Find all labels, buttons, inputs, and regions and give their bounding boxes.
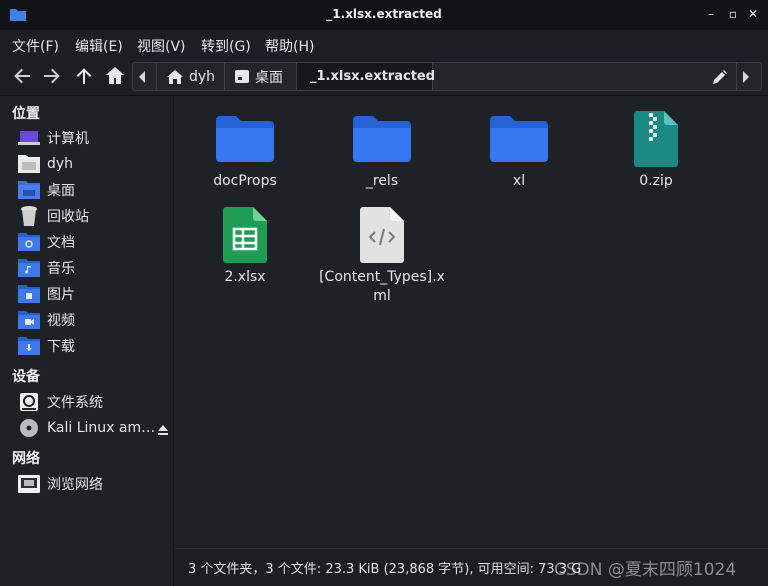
file-name: 0.zip <box>639 173 673 189</box>
file-name: _rels <box>365 173 399 189</box>
path-segment-label: 桌面 <box>255 69 283 86</box>
drive-icon <box>18 392 40 412</box>
path-segment-home[interactable]: dyh <box>157 63 225 90</box>
menu-go[interactable]: 转到(G) <box>201 36 251 56</box>
path-scroll-left-button[interactable] <box>133 63 157 90</box>
sidebar-item-label: 文件系统 <box>47 395 103 411</box>
disc-icon <box>18 418 40 438</box>
file-item-folder[interactable]: docProps <box>180 106 310 191</box>
maximize-button[interactable]: ▫ <box>726 7 740 21</box>
sidebar-heading-devices: 设备 <box>12 369 40 385</box>
file-name-line: ml <box>373 288 391 304</box>
chevron-right-icon <box>743 70 749 83</box>
sidebar-item-label: 回收站 <box>47 209 89 225</box>
file-item-folder[interactable]: xl <box>454 106 584 191</box>
sidebar-item-label: Kali Linux am… <box>47 420 156 436</box>
home-icon <box>167 69 183 84</box>
watermark: CSDN @夏末四顾1024 <box>554 560 737 580</box>
sidebar-item-label: 浏览网络 <box>47 477 103 493</box>
trash-icon <box>18 206 40 226</box>
file-name: xl <box>512 173 526 189</box>
videos-folder-icon <box>18 310 40 330</box>
file-item-xml[interactable]: [Content_Types].x ml <box>317 202 447 306</box>
title-bar: _1.xlsx.extracted – ▫ ✕ <box>0 0 768 30</box>
file-name: docProps <box>213 173 277 189</box>
sidebar-item-label: 图片 <box>47 287 75 303</box>
menu-view[interactable]: 视图(V) <box>137 36 186 56</box>
desktop-folder-icon <box>18 180 40 200</box>
sidebar-item-label: 音乐 <box>47 261 75 277</box>
folder-icon <box>353 116 411 162</box>
path-bar: dyh 桌面 _1.xlsx.extracted <box>132 62 762 91</box>
minimize-button[interactable]: – <box>704 7 718 21</box>
sidebar-item-label: dyh <box>47 156 74 172</box>
sidebar-item-downloads[interactable]: 下载 <box>18 334 174 358</box>
sidebar-item-label: 视频 <box>47 313 75 329</box>
up-icon[interactable] <box>72 64 96 88</box>
path-scroll-right-button[interactable] <box>737 63 761 90</box>
sidebar-item-label: 文档 <box>47 235 75 251</box>
sidebar-item-label: 桌面 <box>47 183 75 199</box>
edit-path-button[interactable] <box>709 63 737 90</box>
sidebar-heading-network: 网络 <box>12 451 40 467</box>
sidebar-item-trash[interactable]: 回收站 <box>18 204 174 228</box>
sidebar-heading-places: 位置 <box>12 106 40 122</box>
sidebar-item-label: 下载 <box>47 339 75 355</box>
music-folder-icon <box>18 258 40 278</box>
sidebar: 位置 计算机 dyh 桌面 回收站 文档 音乐 图片 视频 下载 设备 文件系统 <box>0 96 174 586</box>
code-file-icon <box>360 207 404 263</box>
network-icon <box>18 474 40 494</box>
menu-bar: 文件(F) 编辑(E) 视图(V) 转到(G) 帮助(H) <box>0 30 768 58</box>
computer-icon <box>18 128 40 148</box>
sidebar-item-videos[interactable]: 视频 <box>18 308 174 332</box>
pictures-folder-icon <box>18 284 40 304</box>
forward-icon[interactable] <box>40 64 64 88</box>
spreadsheet-icon <box>223 207 267 263</box>
pencil-icon <box>712 69 727 84</box>
back-icon[interactable] <box>10 64 34 88</box>
desktop-icon <box>235 70 249 83</box>
path-segment-desktop[interactable]: 桌面 <box>225 63 297 90</box>
folder-icon <box>490 116 548 162</box>
sidebar-item-browse-network[interactable]: 浏览网络 <box>18 472 174 496</box>
menu-file[interactable]: 文件(F) <box>12 36 59 56</box>
eject-icon[interactable] <box>157 424 169 436</box>
file-item-folder[interactable]: _rels <box>317 106 447 191</box>
chevron-left-icon <box>138 70 145 83</box>
home-folder-icon <box>18 154 40 174</box>
status-text: 3 个文件夹，3 个文件: 23.3 KiB (23,868 字节), 可用空间… <box>188 562 582 577</box>
menu-help[interactable]: 帮助(H) <box>265 36 314 56</box>
folder-icon <box>216 116 274 162</box>
sidebar-item-filesystem[interactable]: 文件系统 <box>18 390 174 414</box>
path-segment-current[interactable]: _1.xlsx.extracted <box>297 63 436 90</box>
sidebar-item-label: 计算机 <box>47 131 89 147</box>
sidebar-item-music[interactable]: 音乐 <box>18 256 174 280</box>
sidebar-item-desktop[interactable]: 桌面 <box>18 178 174 202</box>
home-icon[interactable] <box>103 64 127 88</box>
file-view: docProps _rels xl 0.zip 2.xlsx [Content_… <box>175 96 768 548</box>
menu-edit[interactable]: 编辑(E) <box>75 36 123 56</box>
documents-folder-icon <box>18 232 40 252</box>
sidebar-item-home[interactable]: dyh <box>18 152 174 176</box>
path-segment-label: dyh <box>189 68 216 85</box>
file-item-spreadsheet[interactable]: 2.xlsx <box>180 202 310 287</box>
sidebar-item-computer[interactable]: 计算机 <box>18 126 174 150</box>
file-name: 2.xlsx <box>224 269 266 285</box>
path-segment-label: _1.xlsx.extracted <box>310 69 436 84</box>
sidebar-item-documents[interactable]: 文档 <box>18 230 174 254</box>
zip-archive-icon <box>634 111 678 167</box>
close-button[interactable]: ✕ <box>746 7 760 21</box>
window-title: _1.xlsx.extracted <box>326 7 442 21</box>
sidebar-item-disc[interactable]: Kali Linux am… <box>18 416 174 440</box>
file-item-zip[interactable]: 0.zip <box>591 106 721 191</box>
downloads-folder-icon <box>18 336 40 356</box>
sidebar-item-pictures[interactable]: 图片 <box>18 282 174 306</box>
file-name-line: [Content_Types].x <box>319 269 445 285</box>
